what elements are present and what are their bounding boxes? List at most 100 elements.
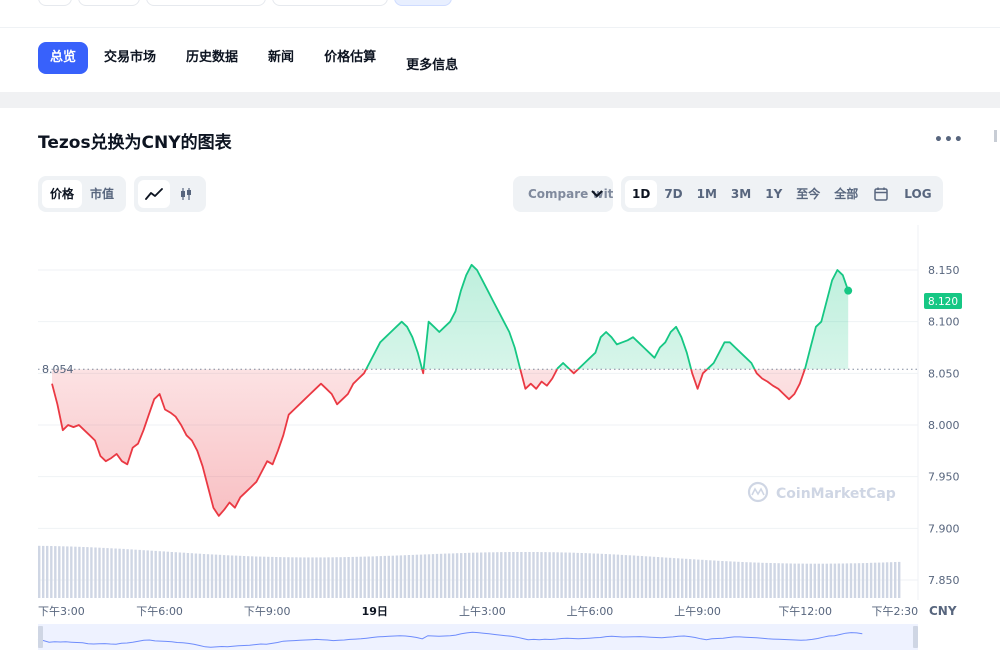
- volume-bar: [468, 552, 471, 598]
- volume-bar: [375, 556, 378, 598]
- volume-bar: [801, 563, 804, 598]
- volume-bar: [652, 556, 656, 598]
- volume-bar: [102, 547, 105, 598]
- volume-bar: [805, 563, 808, 598]
- volume-bar: [174, 552, 177, 598]
- volume-bar: [604, 554, 607, 598]
- volume-bar: [363, 556, 366, 598]
- y-tick-label: 7.850: [928, 574, 960, 587]
- volume-bar: [371, 556, 374, 598]
- volume-bar: [644, 556, 648, 598]
- x-tick-label: 上午3:00: [459, 605, 506, 618]
- volume-bar: [504, 552, 507, 598]
- volume-bar: [331, 557, 334, 598]
- volume-bar: [455, 553, 459, 598]
- volume-bar: [126, 549, 129, 598]
- volume-bar: [359, 556, 362, 598]
- volume-bar: [94, 547, 97, 598]
- volume-bar: [845, 563, 849, 598]
- volume-bar: [869, 562, 873, 598]
- volume-bar: [74, 546, 77, 598]
- volume-bar: [476, 552, 479, 598]
- navigator-right-handle[interactable]: [913, 626, 918, 648]
- x-tick-label: 19日: [362, 605, 388, 618]
- volume-bar: [399, 555, 403, 598]
- volume-bars: [38, 545, 901, 598]
- navigator-left-handle[interactable]: [38, 626, 43, 648]
- x-tick-label: 下午2:30: [871, 605, 918, 618]
- volume-bar: [327, 557, 330, 598]
- volume-bar: [150, 550, 153, 598]
- volume-bar: [761, 562, 764, 598]
- volume-bar: [78, 546, 81, 598]
- volume-bar: [793, 563, 796, 598]
- volume-bar: [367, 556, 370, 598]
- volume-bar: [484, 552, 487, 598]
- volume-bar: [672, 558, 676, 598]
- volume-bar: [170, 552, 173, 598]
- volume-bar: [154, 550, 157, 598]
- volume-bar: [435, 553, 439, 598]
- volume-bar: [785, 563, 788, 598]
- volume-bar: [279, 557, 282, 598]
- volume-bar: [347, 557, 350, 598]
- volume-bar: [42, 545, 45, 598]
- current-price-label: 8.120: [928, 296, 958, 308]
- volume-bar: [267, 556, 270, 598]
- volume-bar: [729, 561, 732, 598]
- volume-bar: [407, 555, 411, 598]
- volume-bar: [303, 557, 306, 598]
- volume-bar: [415, 554, 419, 598]
- volume-bar: [648, 556, 652, 598]
- volume-bar: [335, 557, 338, 598]
- volume-bar: [291, 557, 294, 598]
- volume-bar: [488, 552, 491, 598]
- volume-bar: [741, 562, 744, 598]
- volume-bar: [230, 555, 234, 598]
- volume-bar: [612, 554, 616, 598]
- volume-bar: [500, 552, 503, 598]
- volume-bar: [206, 554, 210, 598]
- price-chart[interactable]: 8.150 8.100 8.050 8.000 7.950 7.900 7.850 Coin…: [0, 0, 1000, 650]
- volume-bar: [725, 561, 728, 598]
- volume-bar: [90, 547, 93, 598]
- volume-bar: [849, 563, 853, 598]
- volume-bar: [271, 556, 274, 598]
- volume-bar: [391, 555, 394, 598]
- volume-bar: [624, 555, 628, 598]
- volume-bar: [383, 555, 386, 598]
- range-navigator[interactable]: [38, 624, 918, 650]
- volume-bar: [447, 553, 451, 598]
- volume-bar: [379, 556, 382, 598]
- y-tick-label: 8.000: [928, 419, 960, 432]
- volume-bar: [351, 556, 354, 598]
- current-price-tag: 8.120: [924, 293, 962, 309]
- volume-bar: [343, 557, 346, 598]
- volume-bar: [721, 561, 724, 598]
- volume-bar: [98, 547, 101, 598]
- volume-bar: [480, 552, 483, 598]
- volume-bar: [50, 546, 53, 598]
- volume-bar: [608, 554, 611, 598]
- volume-bar: [817, 563, 820, 598]
- volume-bar: [664, 557, 668, 598]
- volume-bar: [182, 552, 186, 598]
- volume-bar: [777, 563, 780, 598]
- volume-bar: [355, 556, 358, 598]
- volume-bar: [247, 556, 250, 598]
- volume-bar: [403, 555, 407, 598]
- volume-bar: [138, 549, 141, 598]
- volume-bar: [520, 552, 523, 598]
- volume-bar: [319, 557, 322, 598]
- volume-bar: [66, 546, 69, 598]
- volume-bar: [556, 552, 559, 598]
- y-tick-label: 8.050: [928, 367, 960, 380]
- volume-bar: [178, 552, 182, 598]
- volume-bar: [238, 555, 242, 598]
- volume-bar: [564, 552, 567, 598]
- y-tick-label: 8.100: [928, 316, 960, 329]
- volume-bar: [395, 555, 399, 598]
- volume-bar: [387, 555, 390, 598]
- y-tick-label: 8.150: [928, 264, 960, 277]
- volume-bar: [259, 556, 262, 598]
